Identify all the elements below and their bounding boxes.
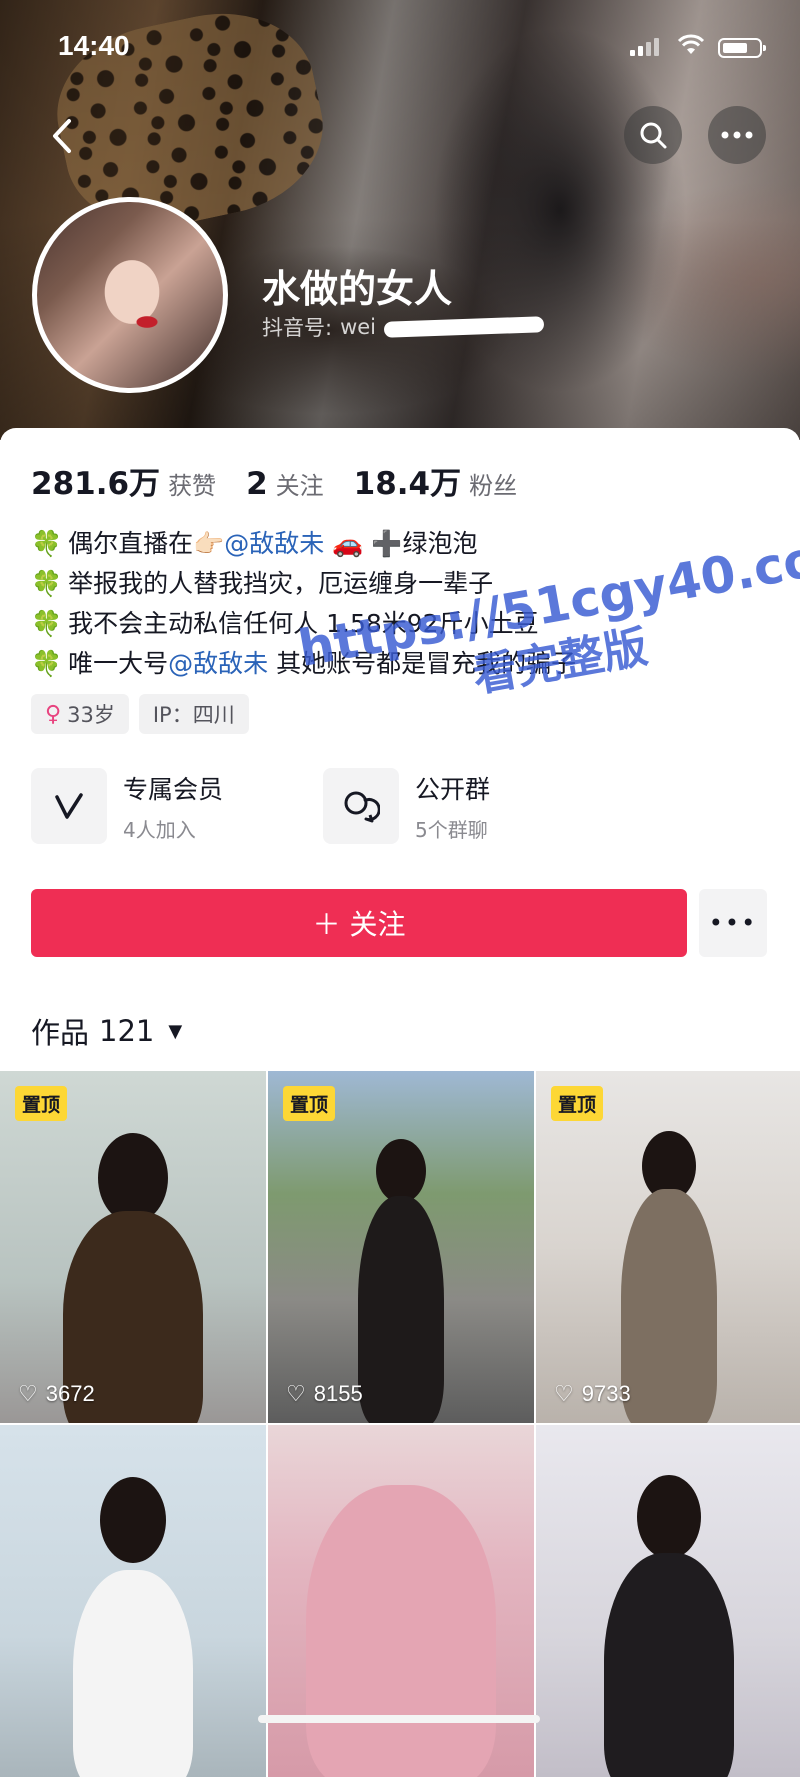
avatar[interactable] [32, 197, 228, 393]
member-group[interactable]: 专属会员 4人加入 [31, 768, 293, 844]
group-subtitle: 5个群聊 [415, 817, 488, 842]
pinned-badge: 置顶 [15, 1086, 68, 1121]
more-dots-icon [721, 131, 753, 139]
stat-following[interactable]: 2 关注 [246, 466, 324, 502]
video-thumbnail[interactable] [268, 1425, 534, 1777]
follow-button[interactable]: ＋ 关注 [31, 889, 687, 957]
thumbnail-figure [604, 1553, 734, 1777]
ip-tag: IP：四川 [138, 694, 249, 734]
caret-down-icon: ▼ [168, 1020, 183, 1042]
like-count: ♡ 9733 [554, 1381, 631, 1407]
status-time: 14:40 [58, 30, 130, 61]
stat-value: 2 [246, 466, 268, 502]
more-actions-button[interactable]: ••• [699, 889, 767, 957]
heart-icon: ♡ [286, 1381, 306, 1406]
signal-icon [630, 38, 659, 56]
video-grid: 置顶 ♡ 3672 置顶 ♡ 8155 置顶 ♡ 9733 [0, 1071, 800, 1777]
like-count: ♡ 8155 [286, 1381, 363, 1407]
chevron-left-icon [53, 119, 71, 153]
video-thumbnail[interactable]: 置顶 ♡ 9733 [536, 1071, 800, 1423]
stat-value: 18.4万 [353, 466, 462, 502]
v-icon [31, 768, 107, 844]
battery-icon [718, 38, 766, 58]
clover-icon: 🍀 [31, 569, 63, 598]
search-icon [640, 122, 667, 149]
thumbnail-figure [306, 1485, 496, 1777]
douyin-id-label: 抖音号: [262, 316, 333, 340]
stats-row: 281.6万 获赞 2 关注 18.4万 粉丝 [31, 458, 547, 503]
heart-icon: ♡ [554, 1381, 574, 1406]
age-tag: ♀ 33岁 [31, 694, 129, 734]
female-icon: ♀ [45, 701, 62, 727]
like-count: ♡ 3672 [18, 1381, 95, 1407]
stat-likes: 281.6万 获赞 [31, 458, 216, 503]
works-tab[interactable]: 作品 121 ▼ [31, 1010, 182, 1052]
status-bar: 14:40 [0, 0, 800, 90]
clover-icon: 🍀 [31, 609, 63, 638]
like-value: 9733 [581, 1381, 631, 1406]
thumbnail-figure [98, 1133, 168, 1223]
stat-value: 281.6万 [31, 466, 161, 502]
back-button[interactable] [38, 108, 86, 164]
thumbnail-figure [376, 1139, 426, 1203]
bio-text: 偶尔直播在👉🏻 [68, 529, 225, 558]
nickname: 水做的女人 [262, 267, 453, 311]
action-row: ＋ 关注 ••• [31, 889, 767, 957]
works-count: 121 [99, 1014, 155, 1048]
search-button[interactable] [624, 106, 682, 164]
stat-followers[interactable]: 18.4万 粉丝 [354, 458, 518, 503]
like-value: 8155 [313, 1381, 363, 1406]
video-thumbnail[interactable] [536, 1425, 800, 1777]
stat-label: 关注 [275, 472, 324, 500]
thumbnail-figure [621, 1189, 717, 1423]
stat-label: 粉丝 [469, 472, 518, 500]
ip-text: IP：四川 [152, 703, 235, 727]
mention-link[interactable]: @敌敌未 [168, 649, 268, 678]
home-indicator[interactable] [258, 1715, 540, 1723]
video-thumbnail[interactable]: 置顶 ♡ 8155 [268, 1071, 534, 1423]
heart-icon: ♡ [18, 1381, 38, 1406]
video-thumbnail[interactable]: 置顶 ♡ 3672 [0, 1071, 266, 1423]
age-text: 33岁 [67, 703, 115, 727]
bio-text: 🚗 ➕绿泡泡 [324, 529, 478, 558]
group-subtitle: 4人加入 [123, 817, 196, 842]
wifi-icon [677, 34, 705, 54]
pinned-badge: 置顶 [551, 1086, 604, 1121]
like-value: 3672 [45, 1381, 95, 1406]
thumbnail-figure [637, 1475, 701, 1559]
clover-icon: 🍀 [31, 529, 63, 558]
profile-tags: ♀ 33岁 IP：四川 [31, 694, 249, 734]
mention-link[interactable]: @敌敌未 [224, 529, 324, 558]
thumbnail-figure [73, 1570, 193, 1777]
douyin-id: 抖音号: wei [262, 312, 545, 342]
video-thumbnail[interactable] [0, 1425, 266, 1777]
more-options-button[interactable] [708, 106, 766, 164]
bio-text: 唯一大号 [68, 649, 169, 678]
clover-icon: 🍀 [31, 649, 63, 678]
bio-text: 举报我的人替我挡灾，厄运缠身一辈子 [68, 569, 494, 598]
group-title: 专属会员 [123, 774, 224, 804]
stat-label: 获赞 [168, 472, 217, 500]
works-label: 作品 [31, 1016, 90, 1050]
thumbnail-figure [358, 1196, 444, 1423]
thumbnail-figure [100, 1477, 166, 1563]
id-redaction [383, 316, 545, 338]
pinned-badge: 置顶 [283, 1086, 336, 1121]
douyin-id-value: wei [340, 315, 377, 339]
